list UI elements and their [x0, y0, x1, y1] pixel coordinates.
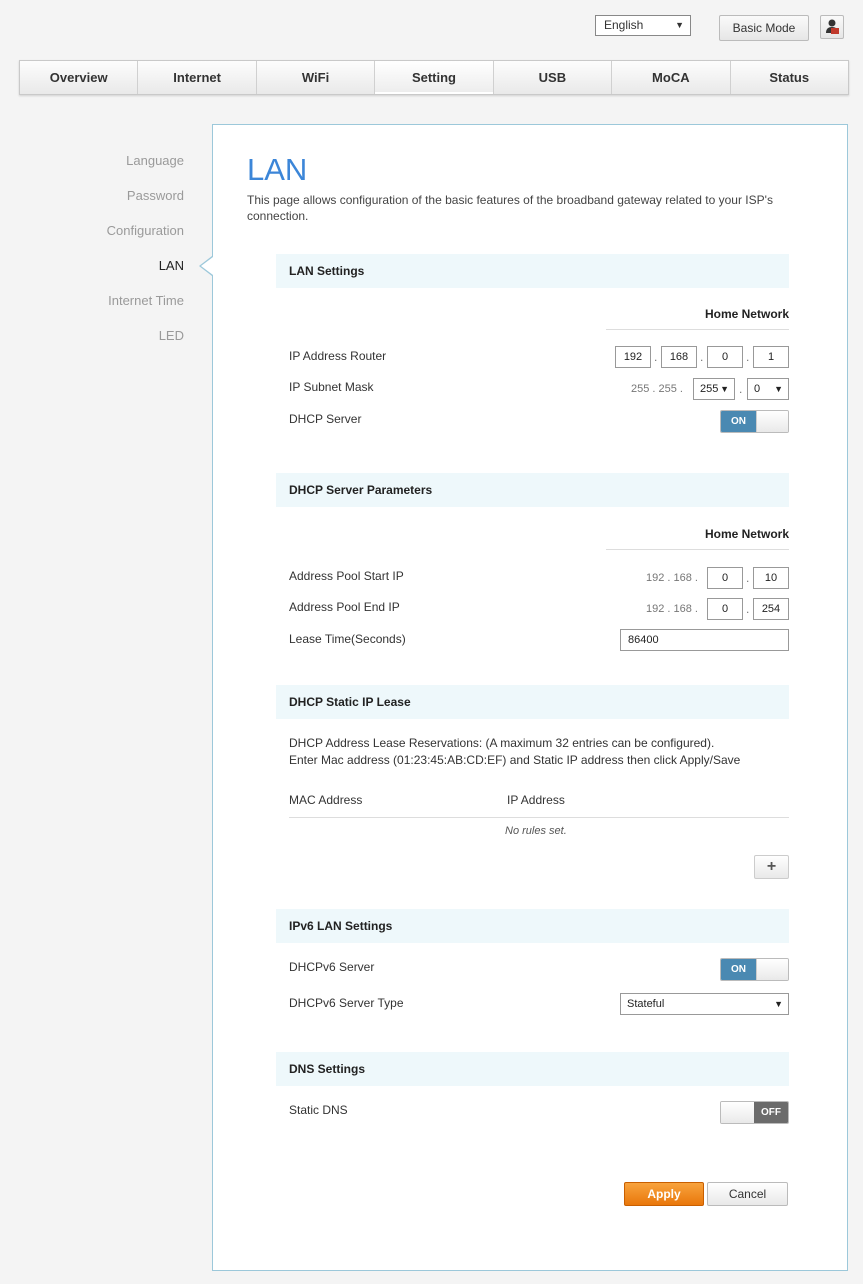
toggle-knob	[721, 1102, 756, 1123]
pool-start-octet-3[interactable]: 0	[707, 567, 743, 589]
static-lease-note-2: Enter Mac address (01:23:45:AB:CD:EF) an…	[289, 753, 741, 767]
pool-end-prefix: 192 . 168 .	[646, 603, 698, 615]
dhcpv6-type-select[interactable]: Stateful ▼	[620, 993, 789, 1015]
sidebar-item-internet-time[interactable]: Internet Time	[108, 293, 184, 308]
user-icon	[826, 19, 839, 34]
chevron-down-icon: ▼	[774, 999, 783, 1009]
ip-router-octet-2[interactable]: 168	[661, 346, 697, 368]
subnet-octet-3-select[interactable]: 255 ▼	[693, 378, 735, 400]
tab-setting[interactable]: Setting	[375, 61, 494, 94]
chevron-down-icon: ▼	[675, 20, 684, 30]
column-ip-address: IP Address	[507, 793, 565, 807]
ip-router-octet-4[interactable]: 1	[753, 346, 789, 368]
empty-rules-text: No rules set.	[505, 825, 567, 837]
basic-mode-button[interactable]: Basic Mode	[719, 15, 809, 41]
dhcpv6-server-toggle[interactable]: ON	[720, 958, 789, 981]
table-divider	[289, 817, 789, 818]
dot-separator: .	[746, 350, 750, 364]
toggle-on-label: ON	[721, 959, 756, 980]
language-value: English	[604, 18, 644, 32]
user-button[interactable]	[820, 15, 844, 39]
page-description: This page allows configuration of the ba…	[247, 193, 773, 223]
tab-overview[interactable]: Overview	[20, 61, 139, 94]
dot-separator: .	[746, 571, 750, 585]
static-dns-toggle[interactable]: OFF	[720, 1101, 789, 1124]
toggle-off-label: OFF	[754, 1102, 788, 1123]
pool-start-label: Address Pool Start IP	[289, 569, 404, 583]
subnet-fixed-octets: 255 . 255 .	[631, 383, 683, 395]
language-select[interactable]: English ▼	[595, 15, 691, 36]
panel-pointer-fill	[201, 257, 213, 275]
section-static-lease: DHCP Static IP Lease	[276, 685, 789, 719]
cancel-button[interactable]: Cancel	[707, 1182, 788, 1206]
main-tabs: Overview Internet WiFi Setting USB MoCA …	[19, 60, 849, 95]
toggle-knob	[756, 411, 788, 432]
pool-end-octet-3[interactable]: 0	[707, 598, 743, 620]
static-dns-label: Static DNS	[289, 1103, 348, 1117]
ip-router-octet-3[interactable]: 0	[707, 346, 743, 368]
subnet-octet-4-select[interactable]: 0 ▼	[747, 378, 789, 400]
dot-separator: .	[654, 350, 658, 364]
tab-internet[interactable]: Internet	[138, 61, 257, 94]
pool-end-label: Address Pool End IP	[289, 600, 400, 614]
chevron-down-icon: ▼	[774, 384, 783, 394]
tab-wifi[interactable]: WiFi	[257, 61, 376, 94]
toggle-on-label: ON	[721, 411, 756, 432]
dhcpv6-server-label: DHCPv6 Server	[289, 960, 375, 974]
add-rule-button[interactable]: +	[754, 855, 789, 879]
dhcpv6-type-label: DHCPv6 Server Type	[289, 996, 404, 1010]
sidebar-item-configuration[interactable]: Configuration	[107, 223, 184, 238]
subnet-mask-label: IP Subnet Mask	[289, 380, 374, 394]
column-mac-address: MAC Address	[289, 793, 363, 807]
page-title: LAN	[247, 152, 308, 187]
apply-button[interactable]: Apply	[624, 1182, 704, 1206]
column-home-network: Home Network	[606, 527, 789, 550]
lease-time-input[interactable]: 86400	[620, 629, 789, 651]
ip-router-octet-1[interactable]: 192	[615, 346, 651, 368]
section-ipv6-lan: IPv6 LAN Settings	[276, 909, 789, 943]
tab-moca[interactable]: MoCA	[612, 61, 731, 94]
sidebar-item-password[interactable]: Password	[127, 188, 184, 203]
dhcp-server-label: DHCP Server	[289, 412, 362, 426]
sidebar-item-language[interactable]: Language	[126, 153, 184, 168]
lease-time-label: Lease Time(Seconds)	[289, 632, 406, 646]
ip-router-label: IP Address Router	[289, 349, 387, 363]
pool-end-octet-4[interactable]: 254	[753, 598, 789, 620]
column-home-network: Home Network	[606, 307, 789, 330]
dhcp-server-toggle[interactable]: ON	[720, 410, 789, 433]
static-lease-note-1: DHCP Address Lease Reservations: (A maxi…	[289, 736, 715, 750]
pool-start-octet-4[interactable]: 10	[753, 567, 789, 589]
dot-separator: .	[739, 382, 743, 396]
subnet-octet-4-value: 0	[754, 383, 761, 395]
tab-usb[interactable]: USB	[494, 61, 613, 94]
sidebar-item-led[interactable]: LED	[159, 328, 184, 343]
dot-separator: .	[700, 350, 704, 364]
section-dns-settings: DNS Settings	[276, 1052, 789, 1086]
toggle-knob	[756, 959, 788, 980]
tab-status[interactable]: Status	[731, 61, 848, 94]
sidebar-item-lan[interactable]: LAN	[159, 258, 184, 273]
dhcpv6-type-value: Stateful	[627, 998, 665, 1010]
subnet-octet-3-value: 255	[700, 383, 719, 395]
section-dhcp-parameters: DHCP Server Parameters	[276, 473, 789, 507]
chevron-down-icon: ▼	[720, 384, 729, 394]
section-lan-settings: LAN Settings	[276, 254, 789, 288]
pool-start-prefix: 192 . 168 .	[646, 572, 698, 584]
dot-separator: .	[746, 602, 750, 616]
